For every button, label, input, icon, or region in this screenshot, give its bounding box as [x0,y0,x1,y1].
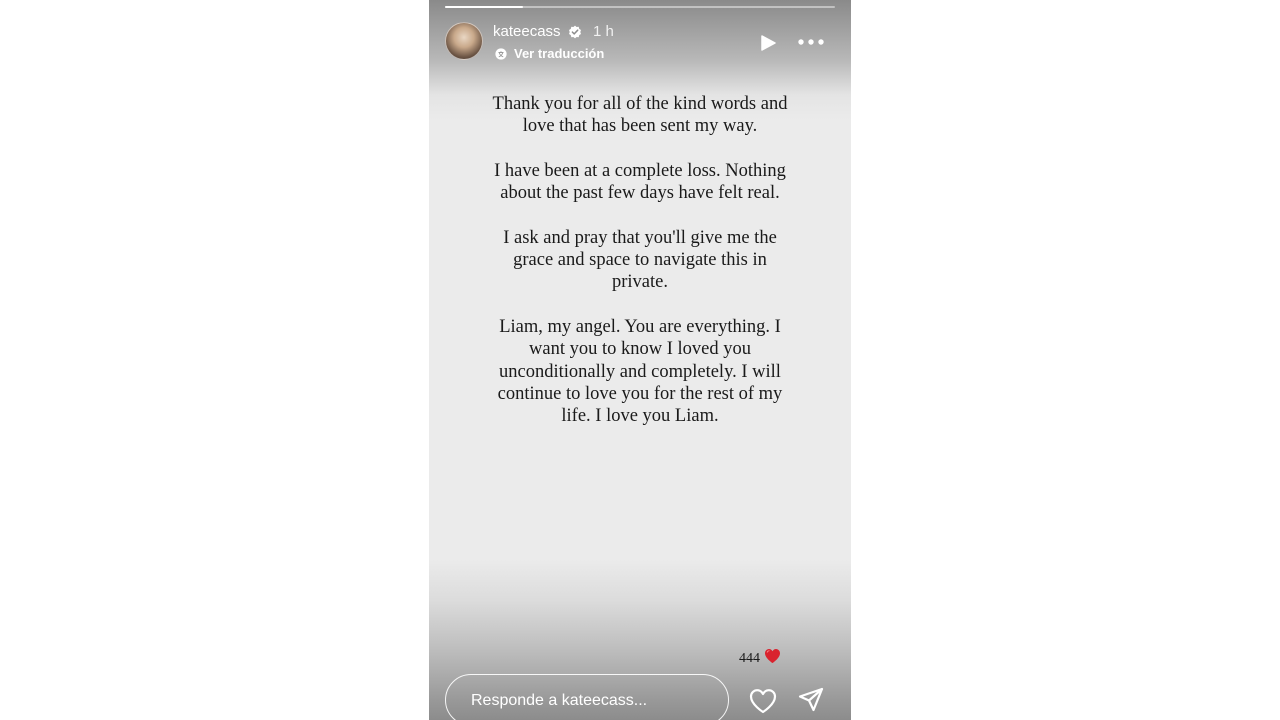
translate-link[interactable]: Ver traducción [514,45,604,63]
translate-icon [495,48,507,60]
red-heart-icon [765,649,780,663]
reaction-count: 444 [739,651,760,666]
post-time: 1 h [593,23,614,40]
story-paragraph: I have been at a complete loss. Nothing … [494,160,786,204]
story-paragraph: Liam, my angel. You are everything. I wa… [497,316,783,427]
avatar[interactable] [445,22,483,60]
story-progress-fill [445,6,523,8]
send-icon[interactable] [797,686,825,714]
story-progress-bar [445,6,835,8]
story-viewer: kateecass 1 h Ver traducción Thank you f… [429,0,851,720]
story-text: Thank you for all of the kind words and … [489,93,791,450]
play-icon[interactable] [759,34,777,52]
story-paragraph: Thank you for all of the kind words and … [492,94,788,137]
heart-icon[interactable] [748,687,778,715]
username[interactable]: kateecass [493,22,561,42]
verified-badge-icon [569,25,581,39]
more-options-icon[interactable] [797,35,825,49]
reply-input[interactable]: Responde a kateecass... [445,674,729,720]
story-paragraph: I ask and pray that you'll give me the g… [503,227,777,293]
reply-placeholder: Responde a kateecass... [471,692,648,709]
